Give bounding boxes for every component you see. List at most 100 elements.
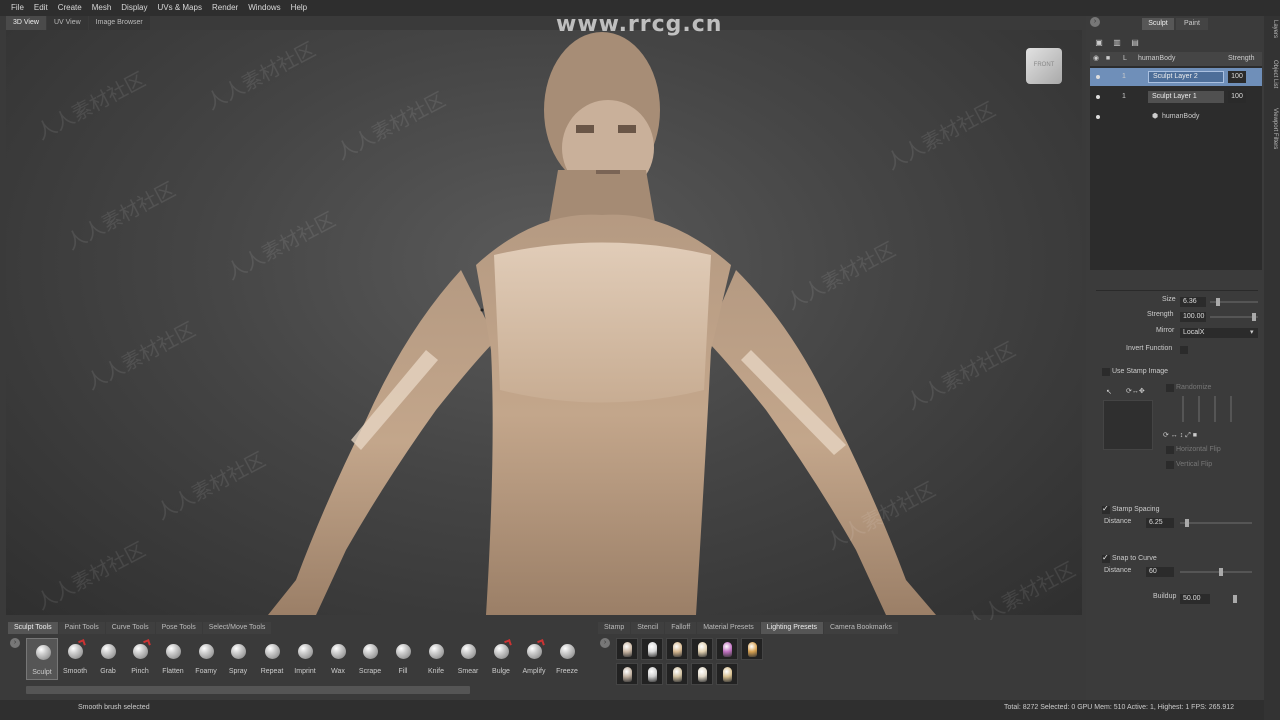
invert-function-checkbox[interactable]	[1180, 346, 1188, 354]
tray-collapse-icon[interactable]: ›	[10, 638, 20, 648]
tab-viewport-filters[interactable]: Viewport Filters	[1266, 108, 1278, 149]
menu-create[interactable]: Create	[53, 0, 87, 16]
tool-flatten[interactable]: Flatten	[157, 638, 189, 680]
layer-name[interactable]: Sculpt Layer 2	[1148, 71, 1224, 83]
layer-group-icon[interactable]: ▤	[1130, 38, 1140, 48]
menu-mesh[interactable]: Mesh	[87, 0, 117, 16]
tab-uv-view[interactable]: UV View	[46, 16, 88, 30]
stamp-image-well[interactable]	[1103, 400, 1153, 450]
buildup-slider-handle[interactable]	[1233, 595, 1237, 603]
tab-paint-tools[interactable]: Paint Tools	[58, 622, 105, 634]
layer-strength[interactable]: 100	[1228, 91, 1246, 103]
lighting-preset[interactable]	[666, 663, 688, 685]
vertical-flip-checkbox[interactable]	[1166, 461, 1174, 469]
tool-freeze[interactable]: Freeze	[551, 638, 583, 680]
menu-render[interactable]: Render	[207, 0, 243, 16]
lighting-preset[interactable]	[691, 663, 713, 685]
randomize-checkbox[interactable]	[1166, 384, 1174, 392]
lighting-preset[interactable]	[616, 638, 638, 660]
tab-object-list[interactable]: Object List	[1266, 60, 1278, 88]
layer-row[interactable]: 1 Sculpt Layer 1 100	[1090, 88, 1262, 106]
tool-smooth[interactable]: Smooth	[59, 638, 91, 680]
layer-name[interactable]: humanBody	[1162, 108, 1199, 126]
tab-pose-tools[interactable]: Pose Tools	[155, 622, 202, 634]
snap-to-curve-checkbox[interactable]	[1102, 553, 1110, 563]
distance-slider[interactable]	[1180, 522, 1252, 524]
lighting-preset[interactable]	[666, 638, 688, 660]
randomize-slider[interactable]	[1198, 396, 1200, 422]
tool-smear[interactable]: Smear	[452, 638, 484, 680]
randomize-slider[interactable]	[1230, 396, 1232, 422]
stamp-transform-icons[interactable]: ⟳ ↔ ↕ ⤢ ■	[1163, 431, 1197, 440]
layer-strength[interactable]: 100	[1228, 71, 1246, 83]
mirror-select[interactable]: LocalX	[1180, 328, 1258, 338]
tool-amplify[interactable]: Amplify	[518, 638, 550, 680]
tab-falloff[interactable]: Falloff	[665, 622, 697, 634]
lighting-preset[interactable]	[641, 638, 663, 660]
menu-help[interactable]: Help	[286, 0, 312, 16]
size-slider-handle[interactable]	[1216, 298, 1220, 306]
strength-slider[interactable]	[1210, 316, 1258, 318]
randomize-slider[interactable]	[1182, 396, 1184, 422]
distance-field[interactable]: 6.25	[1146, 518, 1174, 528]
lighting-preset[interactable]	[741, 638, 763, 660]
strength-slider-handle[interactable]	[1252, 313, 1256, 321]
new-layer-icon[interactable]: ▣	[1094, 38, 1104, 48]
menu-display[interactable]: Display	[116, 0, 152, 16]
curve-distance-slider-handle[interactable]	[1219, 568, 1223, 576]
tab-material-presets[interactable]: Material Presets	[697, 622, 760, 634]
view-cube[interactable]: FRONT	[1026, 48, 1062, 84]
stamp-spacing-checkbox[interactable]	[1102, 504, 1110, 514]
visibility-icon[interactable]	[1096, 115, 1100, 119]
menu-file[interactable]: File	[6, 0, 29, 16]
strength-field[interactable]: 100.00	[1180, 312, 1206, 322]
tool-bulge[interactable]: Bulge	[485, 638, 517, 680]
tab-sculpt[interactable]: Sculpt	[1142, 18, 1174, 30]
tab-image-browser[interactable]: Image Browser	[88, 16, 150, 30]
tab-curve-tools[interactable]: Curve Tools	[105, 622, 155, 634]
tool-scrape[interactable]: Scrape	[354, 638, 386, 680]
distance-slider-handle[interactable]	[1185, 519, 1189, 527]
lighting-preset[interactable]	[716, 638, 738, 660]
rotate-icon[interactable]: ⟳↔✥	[1126, 387, 1145, 395]
cursor-icon[interactable]: ↖	[1106, 388, 1112, 396]
menu-edit[interactable]: Edit	[29, 0, 53, 16]
tab-layers[interactable]: Layers	[1266, 20, 1278, 38]
buildup-field[interactable]: 50.00	[1180, 594, 1210, 604]
tab-lighting-presets[interactable]: Lighting Presets	[760, 622, 823, 634]
visibility-icon[interactable]	[1096, 75, 1100, 79]
lighting-preset[interactable]	[641, 663, 663, 685]
horizontal-flip-checkbox[interactable]	[1166, 446, 1174, 454]
tab-select-move-tools[interactable]: Select/Move Tools	[202, 622, 272, 634]
visibility-icon[interactable]	[1096, 95, 1100, 99]
tab-sculpt-tools[interactable]: Sculpt Tools	[8, 622, 58, 634]
size-field[interactable]: 6.36	[1180, 297, 1206, 307]
tool-sculpt[interactable]: Sculpt	[26, 638, 58, 680]
tab-stamp[interactable]: Stamp	[598, 622, 631, 634]
lighting-preset[interactable]	[691, 638, 713, 660]
menu-uvs-maps[interactable]: UVs & Maps	[153, 0, 207, 16]
tool-imprint[interactable]: Imprint	[289, 638, 321, 680]
tool-spray[interactable]: Spray	[222, 638, 254, 680]
menu-windows[interactable]: Windows	[243, 0, 285, 16]
presets-collapse-icon[interactable]: ›	[600, 638, 610, 648]
lighting-preset[interactable]	[616, 663, 638, 685]
collapse-icon[interactable]: ›	[1090, 17, 1100, 27]
tool-repeat[interactable]: Repeat	[256, 638, 288, 680]
tab-camera-bookmarks[interactable]: Camera Bookmarks	[823, 622, 898, 634]
tool-pinch[interactable]: Pinch	[124, 638, 156, 680]
layer-row[interactable]: ⬢ humanBody	[1090, 108, 1262, 126]
layer-name[interactable]: Sculpt Layer 1	[1148, 91, 1224, 103]
randomize-slider[interactable]	[1214, 396, 1216, 422]
curve-distance-field[interactable]: 60	[1146, 567, 1174, 577]
tab-paint[interactable]: Paint	[1176, 18, 1208, 30]
tool-fill[interactable]: Fill	[387, 638, 419, 680]
tools-scrollbar[interactable]	[26, 686, 470, 694]
layer-row[interactable]: 1 Sculpt Layer 2 100	[1090, 68, 1262, 86]
tab-3d-view[interactable]: 3D View	[6, 16, 46, 30]
tab-stencil[interactable]: Stencil	[631, 622, 665, 634]
use-stamp-image-checkbox[interactable]	[1102, 368, 1110, 376]
curve-distance-slider[interactable]	[1180, 571, 1252, 573]
lighting-preset[interactable]	[716, 663, 738, 685]
3d-viewport[interactable]: FRONT	[6, 30, 1082, 615]
